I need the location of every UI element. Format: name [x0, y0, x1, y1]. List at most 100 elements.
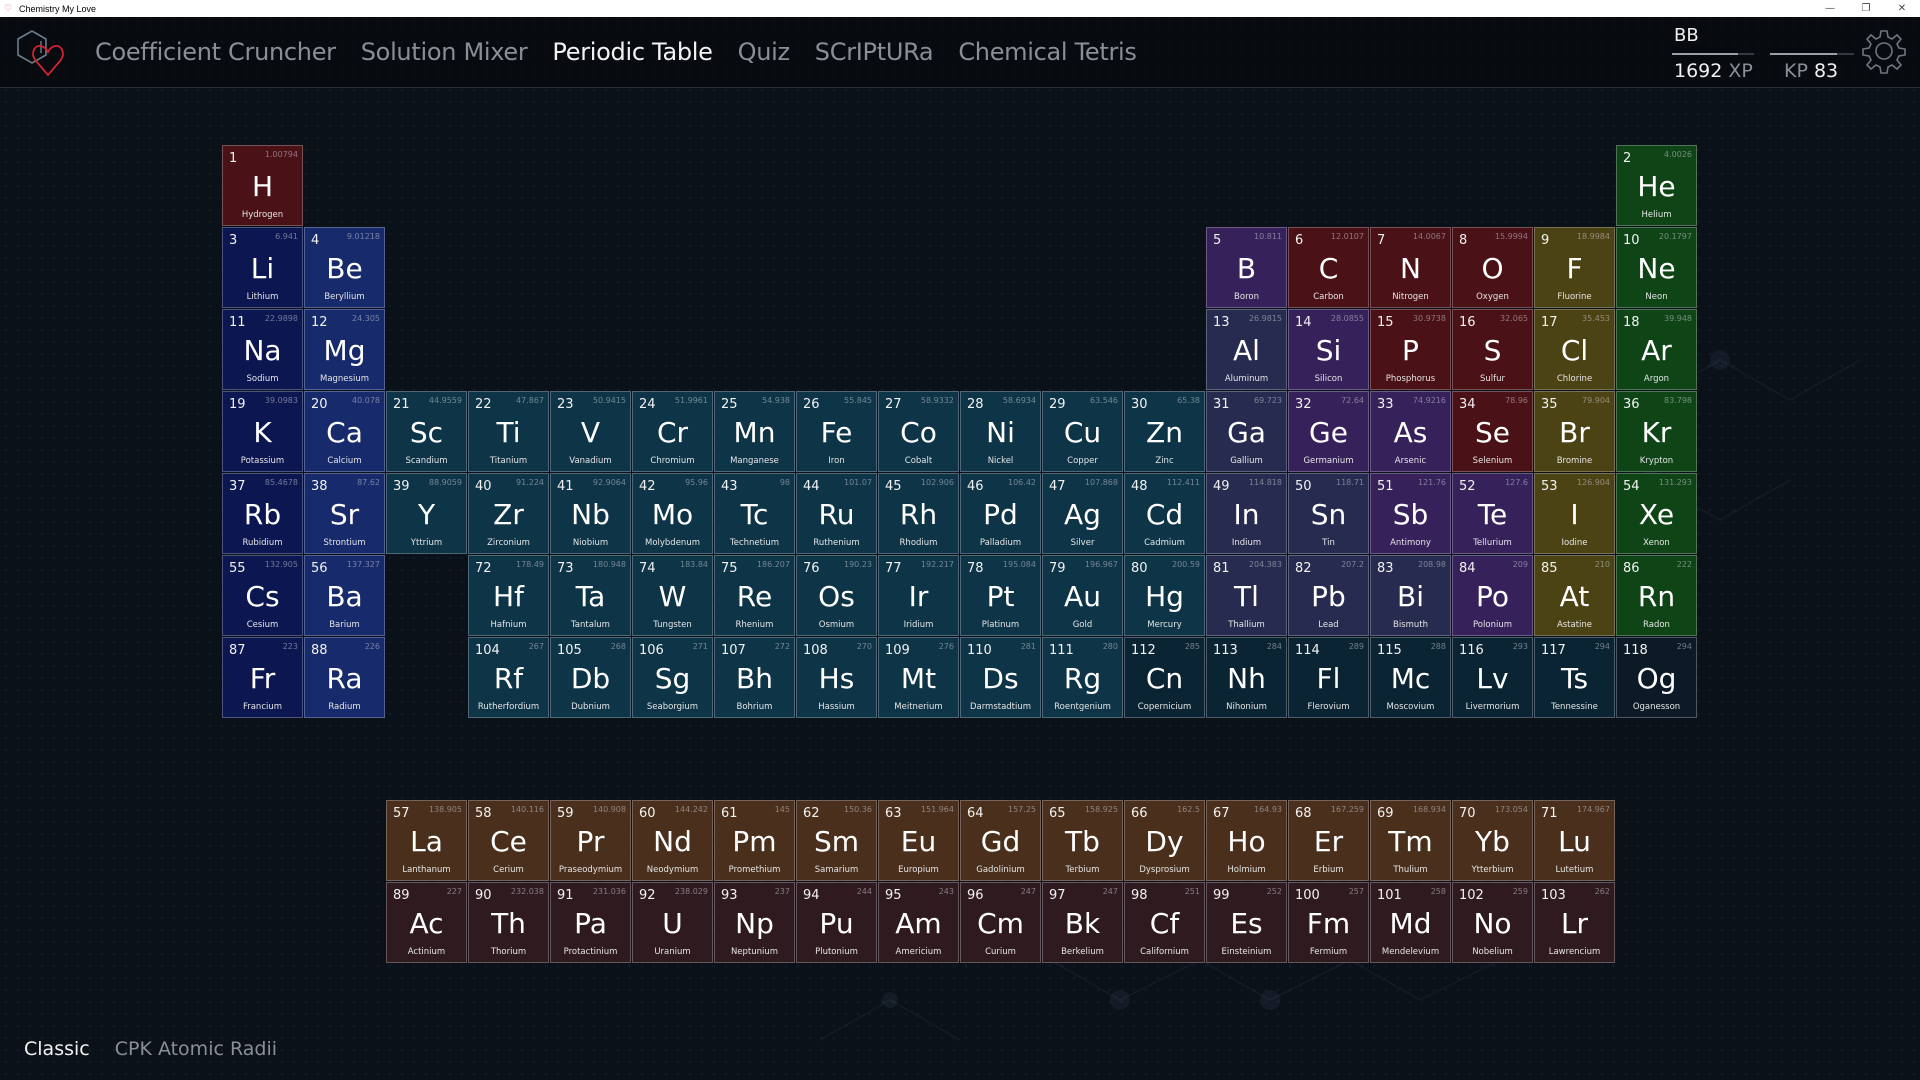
element-cell-platinum[interactable]: 78 195.084 Pt Platinum: [960, 555, 1041, 636]
restore-button[interactable]: ❐: [1848, 0, 1884, 17]
element-cell-sulfur[interactable]: 16 32.065 S Sulfur: [1452, 309, 1533, 390]
element-cell-fluorine[interactable]: 9 18.9984 F Fluorine: [1534, 227, 1615, 308]
element-cell-cadmium[interactable]: 48 112.411 Cd Cadmium: [1124, 473, 1205, 554]
element-cell-carbon[interactable]: 6 12.0107 C Carbon: [1288, 227, 1369, 308]
element-cell-hafnium[interactable]: 72 178.49 Hf Hafnium: [468, 555, 549, 636]
close-button[interactable]: ✕: [1884, 0, 1920, 17]
element-cell-helium[interactable]: 2 4.0026 He Helium: [1616, 145, 1697, 226]
element-cell-nitrogen[interactable]: 7 14.0067 N Nitrogen: [1370, 227, 1451, 308]
element-cell-gold[interactable]: 79 196.967 Au Gold: [1042, 555, 1123, 636]
element-cell-mendelevium[interactable]: 101 258 Md Mendelevium: [1370, 882, 1451, 963]
nav-quiz[interactable]: Quiz: [738, 38, 790, 66]
element-cell-erbium[interactable]: 68 167.259 Er Erbium: [1288, 800, 1369, 881]
nav-scriptura[interactable]: SCrIPtURa: [815, 38, 934, 66]
element-cell-scandium[interactable]: 21 44.9559 Sc Scandium: [386, 391, 467, 472]
element-cell-boron[interactable]: 5 10.811 B Boron: [1206, 227, 1287, 308]
element-cell-technetium[interactable]: 43 98 Tc Technetium: [714, 473, 795, 554]
element-cell-cesium[interactable]: 55 132.905 Cs Cesium: [222, 555, 303, 636]
element-cell-cerium[interactable]: 58 140.116 Ce Cerium: [468, 800, 549, 881]
element-cell-titanium[interactable]: 22 47.867 Ti Titanium: [468, 391, 549, 472]
element-cell-berkelium[interactable]: 97 247 Bk Berkelium: [1042, 882, 1123, 963]
element-cell-arsenic[interactable]: 33 74.9216 As Arsenic: [1370, 391, 1451, 472]
element-cell-einsteinium[interactable]: 99 252 Es Einsteinium: [1206, 882, 1287, 963]
element-cell-rutherfordium[interactable]: 104 267 Rf Rutherfordium: [468, 637, 549, 718]
element-cell-tungsten[interactable]: 74 183.84 W Tungsten: [632, 555, 713, 636]
element-cell-ruthenium[interactable]: 44 101.07 Ru Ruthenium: [796, 473, 877, 554]
element-cell-hydrogen[interactable]: 1 1.00794 H Hydrogen: [222, 145, 303, 226]
nav-periodic-table[interactable]: Periodic Table: [552, 38, 713, 66]
element-cell-zirconium[interactable]: 40 91.224 Zr Zirconium: [468, 473, 549, 554]
element-cell-rhodium[interactable]: 45 102.906 Rh Rhodium: [878, 473, 959, 554]
element-cell-aluminum[interactable]: 13 26.9815 Al Aluminum: [1206, 309, 1287, 390]
element-cell-iridium[interactable]: 77 192.217 Ir Iridium: [878, 555, 959, 636]
element-cell-francium[interactable]: 87 223 Fr Francium: [222, 637, 303, 718]
element-cell-chlorine[interactable]: 17 35.453 Cl Chlorine: [1534, 309, 1615, 390]
element-cell-bohrium[interactable]: 107 272 Bh Bohrium: [714, 637, 795, 718]
element-cell-holmium[interactable]: 67 164.93 Ho Holmium: [1206, 800, 1287, 881]
element-cell-samarium[interactable]: 62 150.36 Sm Samarium: [796, 800, 877, 881]
element-cell-radon[interactable]: 86 222 Rn Radon: [1616, 555, 1697, 636]
element-cell-vanadium[interactable]: 23 50.9415 V Vanadium: [550, 391, 631, 472]
element-cell-thorium[interactable]: 90 232.038 Th Thorium: [468, 882, 549, 963]
element-cell-thallium[interactable]: 81 204.383 Tl Thallium: [1206, 555, 1287, 636]
element-cell-yttrium[interactable]: 39 88.9059 Y Yttrium: [386, 473, 467, 554]
element-cell-oganesson[interactable]: 118 294 Og Oganesson: [1616, 637, 1697, 718]
element-cell-iodine[interactable]: 53 126.904 I Iodine: [1534, 473, 1615, 554]
element-cell-silver[interactable]: 47 107.868 Ag Silver: [1042, 473, 1123, 554]
element-cell-europium[interactable]: 63 151.964 Eu Europium: [878, 800, 959, 881]
element-cell-fermium[interactable]: 100 257 Fm Fermium: [1288, 882, 1369, 963]
element-cell-niobium[interactable]: 41 92.9064 Nb Niobium: [550, 473, 631, 554]
element-cell-sodium[interactable]: 11 22.9898 Na Sodium: [222, 309, 303, 390]
element-cell-tennessine[interactable]: 117 294 Ts Tennessine: [1534, 637, 1615, 718]
element-cell-moscovium[interactable]: 115 288 Mc Moscovium: [1370, 637, 1451, 718]
element-cell-bismuth[interactable]: 83 208.98 Bi Bismuth: [1370, 555, 1451, 636]
element-cell-dubnium[interactable]: 105 268 Db Dubnium: [550, 637, 631, 718]
element-cell-praseodymium[interactable]: 59 140.908 Pr Praseodymium: [550, 800, 631, 881]
element-cell-livermorium[interactable]: 116 293 Lv Livermorium: [1452, 637, 1533, 718]
element-cell-selenium[interactable]: 34 78.96 Se Selenium: [1452, 391, 1533, 472]
element-cell-nickel[interactable]: 28 58.6934 Ni Nickel: [960, 391, 1041, 472]
element-cell-rubidium[interactable]: 37 85.4678 Rb Rubidium: [222, 473, 303, 554]
element-cell-antimony[interactable]: 51 121.76 Sb Antimony: [1370, 473, 1451, 554]
element-cell-indium[interactable]: 49 114.818 In Indium: [1206, 473, 1287, 554]
element-cell-rhenium[interactable]: 75 186.207 Re Rhenium: [714, 555, 795, 636]
element-cell-hassium[interactable]: 108 270 Hs Hassium: [796, 637, 877, 718]
element-cell-tin[interactable]: 50 118.71 Sn Tin: [1288, 473, 1369, 554]
element-cell-neodymium[interactable]: 60 144.242 Nd Neodymium: [632, 800, 713, 881]
element-cell-calcium[interactable]: 20 40.078 Ca Calcium: [304, 391, 385, 472]
element-cell-dysprosium[interactable]: 66 162.5 Dy Dysprosium: [1124, 800, 1205, 881]
element-cell-lanthanum[interactable]: 57 138.905 La Lanthanum: [386, 800, 467, 881]
element-cell-phosphorus[interactable]: 15 30.9738 P Phosphorus: [1370, 309, 1451, 390]
element-cell-nihonium[interactable]: 113 284 Nh Nihonium: [1206, 637, 1287, 718]
element-cell-plutonium[interactable]: 94 244 Pu Plutonium: [796, 882, 877, 963]
element-cell-thulium[interactable]: 69 168.934 Tm Thulium: [1370, 800, 1451, 881]
element-cell-palladium[interactable]: 46 106.42 Pd Palladium: [960, 473, 1041, 554]
element-cell-potassium[interactable]: 19 39.0983 K Potassium: [222, 391, 303, 472]
element-cell-americium[interactable]: 95 243 Am Americium: [878, 882, 959, 963]
element-cell-zinc[interactable]: 30 65.38 Zn Zinc: [1124, 391, 1205, 472]
element-cell-tantalum[interactable]: 73 180.948 Ta Tantalum: [550, 555, 631, 636]
element-cell-nobelium[interactable]: 102 259 No Nobelium: [1452, 882, 1533, 963]
element-cell-strontium[interactable]: 38 87.62 Sr Strontium: [304, 473, 385, 554]
element-cell-polonium[interactable]: 84 209 Po Polonium: [1452, 555, 1533, 636]
element-cell-chromium[interactable]: 24 51.9961 Cr Chromium: [632, 391, 713, 472]
element-cell-cobalt[interactable]: 27 58.9332 Co Cobalt: [878, 391, 959, 472]
element-cell-copper[interactable]: 29 63.546 Cu Copper: [1042, 391, 1123, 472]
element-cell-tellurium[interactable]: 52 127.6 Te Tellurium: [1452, 473, 1533, 554]
element-cell-neon[interactable]: 10 20.1797 Ne Neon: [1616, 227, 1697, 308]
element-cell-lawrencium[interactable]: 103 262 Lr Lawrencium: [1534, 882, 1615, 963]
element-cell-argon[interactable]: 18 39.948 Ar Argon: [1616, 309, 1697, 390]
element-cell-oxygen[interactable]: 8 15.9994 O Oxygen: [1452, 227, 1533, 308]
element-cell-barium[interactable]: 56 137.327 Ba Barium: [304, 555, 385, 636]
element-cell-neptunium[interactable]: 93 237 Np Neptunium: [714, 882, 795, 963]
element-cell-seaborgium[interactable]: 106 271 Sg Seaborgium: [632, 637, 713, 718]
element-cell-molybdenum[interactable]: 42 95.96 Mo Molybdenum: [632, 473, 713, 554]
element-cell-bromine[interactable]: 35 79.904 Br Bromine: [1534, 391, 1615, 472]
element-cell-magnesium[interactable]: 12 24.305 Mg Magnesium: [304, 309, 385, 390]
element-cell-astatine[interactable]: 85 210 At Astatine: [1534, 555, 1615, 636]
element-cell-lithium[interactable]: 3 6.941 Li Lithium: [222, 227, 303, 308]
element-cell-meitnerium[interactable]: 109 276 Mt Meitnerium: [878, 637, 959, 718]
element-cell-actinium[interactable]: 89 227 Ac Actinium: [386, 882, 467, 963]
element-cell-xenon[interactable]: 54 131.293 Xe Xenon: [1616, 473, 1697, 554]
element-cell-gadolinium[interactable]: 64 157.25 Gd Gadolinium: [960, 800, 1041, 881]
